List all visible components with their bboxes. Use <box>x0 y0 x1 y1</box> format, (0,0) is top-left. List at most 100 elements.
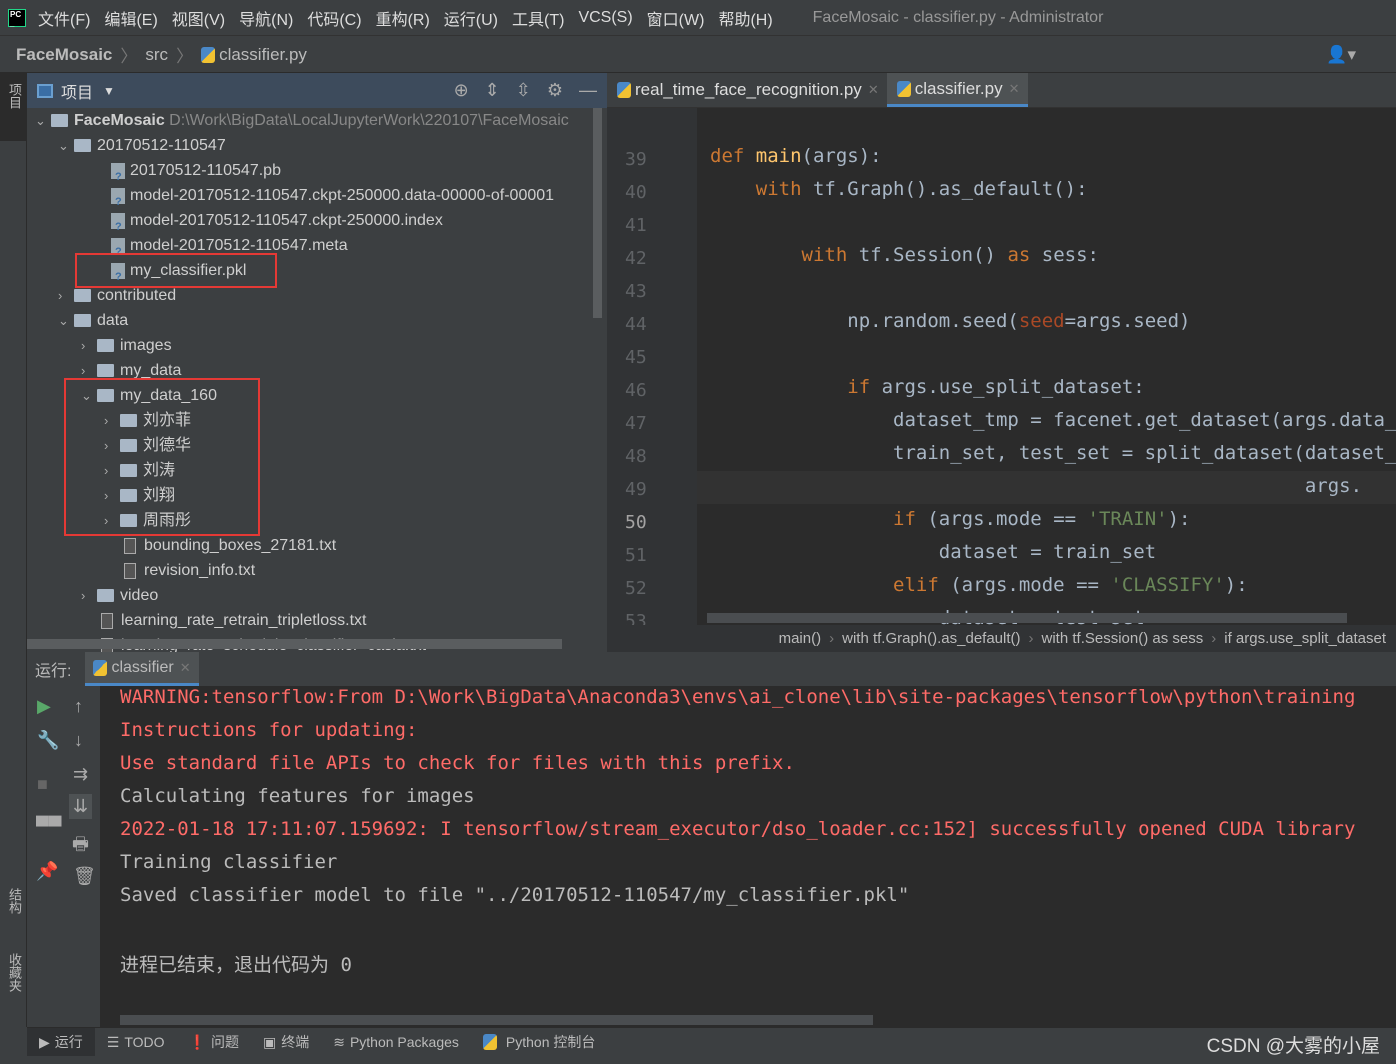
chevron-right-icon[interactable]: › <box>58 283 74 308</box>
menu-vcs[interactable]: VCS(S) <box>578 9 632 27</box>
unknown-file-icon <box>111 237 125 265</box>
chevron-down-icon[interactable]: ⌄ <box>58 308 74 333</box>
folder-icon <box>74 289 91 303</box>
play-icon: ▶ <box>39 1033 50 1050</box>
tab-classifier[interactable]: classifier.py ✕ <box>886 73 1028 107</box>
chevron-right-icon[interactable]: › <box>81 583 97 608</box>
line-number: 39 <box>625 149 647 170</box>
run-panel-header: 运行: classifier ✕ <box>27 652 1396 686</box>
chevron-right-icon[interactable]: › <box>81 333 97 358</box>
nav-crumb-project[interactable]: FaceMosaic <box>16 45 112 65</box>
soft-wrap-icon[interactable]: ⇉ <box>73 764 88 785</box>
menu-edit[interactable]: 编辑(E) <box>104 6 157 30</box>
folder-icon <box>74 314 91 328</box>
bottom-tab-problems[interactable]: ❗ 问题 <box>177 1028 251 1057</box>
tree-vertical-scrollbar[interactable] <box>593 108 602 318</box>
code-breadcrumb: main() › with tf.Graph().as_default() › wi… <box>607 625 1396 652</box>
tree-item[interactable]: 20170512-110547.pb <box>111 158 281 190</box>
console-line: WARNING:tensorflow:From D:\Work\BigData\… <box>120 686 1356 708</box>
minimize-icon[interactable]: — <box>579 80 597 101</box>
tree-item[interactable]: bounding_boxes_27181.txt <box>124 533 336 558</box>
arrow-down-icon[interactable]: ↓ <box>74 730 83 751</box>
bottom-tab-todo[interactable]: ☰ TODO <box>95 1028 177 1057</box>
expand-all-icon[interactable]: ⇕ <box>485 80 500 101</box>
crumb-main[interactable]: main() <box>779 630 822 647</box>
arrow-up-icon[interactable]: ↑ <box>74 696 83 717</box>
chevron-down-icon[interactable]: ⌄ <box>58 133 74 158</box>
python-icon <box>482 1034 497 1050</box>
scroll-to-end-icon[interactable]: ⇊ <box>69 794 93 819</box>
project-view-selector[interactable]: 项目 <box>61 79 93 103</box>
collapse-all-icon[interactable]: ⇳ <box>516 80 531 101</box>
tree-item[interactable]: model-20170512-110547.ckpt-250000.data-0… <box>111 183 554 215</box>
tree-item[interactable]: learning_rate_retrain_tripletloss.txt <box>101 608 366 633</box>
crumb-if[interactable]: if args.use_split_dataset <box>1224 630 1386 647</box>
line-number: 47 <box>625 413 647 434</box>
layout-icon[interactable]: ▀▀ <box>36 816 62 837</box>
python-file-icon <box>617 82 631 98</box>
menu-refactor[interactable]: 重构(R) <box>376 6 430 30</box>
editor-tabs: real_time_face_recognition.py ✕ classifi… <box>607 73 1396 108</box>
menu-run[interactable]: 运行(U) <box>444 6 498 30</box>
menu-window[interactable]: 窗口(W) <box>647 6 705 30</box>
wrench-icon[interactable]: 🔧 <box>37 730 59 751</box>
tree-item[interactable]: revision_info.txt <box>124 558 255 583</box>
label: Python Packages <box>349 1034 459 1050</box>
user-icon[interactable]: 👤▾ <box>1326 45 1356 65</box>
console-line: 进程已结束，退出代码为 0 <box>120 954 352 976</box>
chevron-down-icon[interactable]: ▼ <box>103 84 115 98</box>
gear-icon[interactable]: ⚙ <box>547 80 563 101</box>
close-icon[interactable]: ✕ <box>180 660 191 676</box>
crumb-session[interactable]: with tf.Session() as sess <box>1042 630 1204 647</box>
menu-help[interactable]: 帮助(H) <box>718 6 772 30</box>
tree-item[interactable]: ⌄ data <box>58 308 128 333</box>
run-console-output[interactable]: WARNING:tensorflow:From D:\Work\BigData\… <box>101 686 1396 1027</box>
tree-item[interactable]: › images <box>81 333 172 358</box>
tree-item[interactable]: ⌄ 20170512-110547 <box>58 133 226 158</box>
pin-icon[interactable]: 📌 <box>36 861 58 882</box>
run-tab-label: classifier <box>111 658 174 676</box>
stop-icon[interactable]: ■ <box>37 774 48 795</box>
close-icon[interactable]: ✕ <box>868 82 879 98</box>
tree-item-label: my_data <box>120 362 182 379</box>
editor-panel: real_time_face_recognition.py ✕ classifi… <box>607 73 1396 665</box>
bottom-tab-run[interactable]: ▶ 运行 <box>27 1027 95 1057</box>
bottom-tab-terminal[interactable]: ▣ 终端 <box>251 1028 321 1057</box>
trash-icon[interactable]: 🗑 <box>73 866 96 887</box>
menu-navigate[interactable]: 导航(N) <box>239 6 293 30</box>
menu-code[interactable]: 代码(C) <box>307 6 361 30</box>
rerun-icon[interactable]: ▶ <box>37 696 51 717</box>
tree-item[interactable]: › video <box>81 583 158 608</box>
line-number: 51 <box>625 545 647 566</box>
favorites-tool-button[interactable]: 收藏夹 <box>5 953 24 992</box>
nav-crumb-src[interactable]: src <box>145 45 168 65</box>
tree-root[interactable]: ⌄ FaceMosaic D:\Work\BigData\LocalJupyter… <box>35 108 569 133</box>
structure-tool-button[interactable]: 结构 <box>5 888 24 914</box>
folder-icon <box>51 114 68 128</box>
bottom-tab-python-console[interactable]: Python 控制台 <box>471 1028 607 1057</box>
status-bar <box>0 1056 1396 1064</box>
run-tab-classifier[interactable]: classifier ✕ <box>85 652 199 686</box>
console-horizontal-scrollbar[interactable] <box>120 1015 873 1025</box>
locate-icon[interactable]: ⊕ <box>454 80 469 101</box>
tree-horizontal-scrollbar[interactable] <box>27 639 562 649</box>
line-gutter: 39404142434445464748495051525354 <box>607 108 697 665</box>
crumb-graph[interactable]: with tf.Graph().as_default() <box>842 630 1020 647</box>
chevron-down-icon[interactable]: ⌄ <box>35 108 51 133</box>
root-name: FaceMosaic <box>74 112 165 129</box>
menu-tools[interactable]: 工具(T) <box>512 6 564 30</box>
folder-icon <box>97 589 114 603</box>
menu-view[interactable]: 视图(V) <box>172 6 225 30</box>
editor-horizontal-scrollbar[interactable] <box>707 613 1347 623</box>
tree-item[interactable]: model-20170512-110547.ckpt-250000.index <box>111 208 443 240</box>
nav-crumb-file[interactable]: classifier.py <box>219 45 307 65</box>
menu-file[interactable]: 文件(F) <box>38 6 90 30</box>
tab-real-time-face-recognition[interactable]: real_time_face_recognition.py ✕ <box>607 73 887 107</box>
bottom-tab-python-packages[interactable]: ≋ Python Packages <box>321 1028 471 1057</box>
print-icon[interactable]: 🖶 <box>72 832 89 862</box>
project-tool-button[interactable]: 项目 <box>5 83 24 109</box>
project-view-icon <box>37 83 53 98</box>
close-icon[interactable]: ✕ <box>1009 81 1020 97</box>
python-icon <box>93 659 108 676</box>
line-number: 41 <box>625 215 647 236</box>
